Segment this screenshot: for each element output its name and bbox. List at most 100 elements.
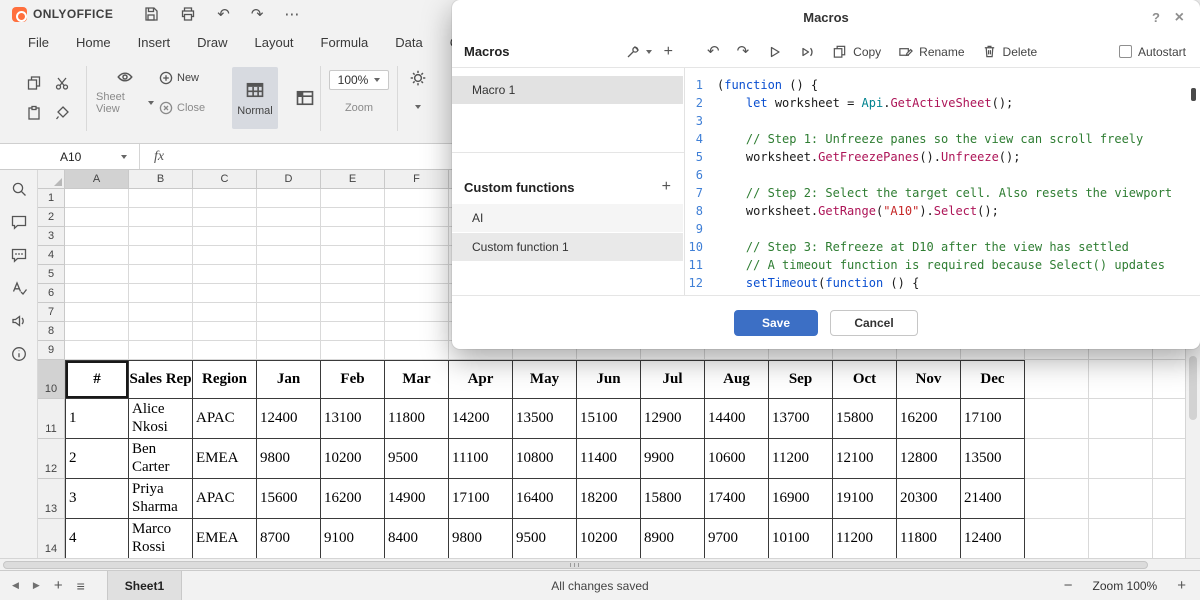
table-header-cell[interactable]: Nov <box>897 360 961 399</box>
cell-B9[interactable] <box>129 341 193 360</box>
freeze-panes-button[interactable] <box>282 67 328 129</box>
row-header-1[interactable]: 1 <box>38 189 65 208</box>
spellcheck-icon[interactable] <box>10 279 28 297</box>
print-icon[interactable] <box>180 6 196 22</box>
cell-A11[interactable]: 1 <box>65 399 129 439</box>
view-settings-icon[interactable] <box>409 69 427 87</box>
cell-H12[interactable]: 10800 <box>513 439 577 479</box>
row-header-7[interactable]: 7 <box>38 303 65 322</box>
cell-N12[interactable]: 12800 <box>897 439 961 479</box>
row-header-14[interactable]: 14 <box>38 519 65 558</box>
cell[interactable] <box>1089 439 1153 479</box>
cell-H14[interactable]: 9500 <box>513 519 577 558</box>
code-line-8[interactable]: 8 worksheet.GetRange("A10").Select(); <box>685 202 1200 220</box>
cell-I12[interactable]: 11400 <box>577 439 641 479</box>
autostart-checkbox[interactable]: Autostart <box>1119 45 1186 59</box>
cell-C5[interactable] <box>193 265 257 284</box>
cell-F14[interactable]: 8400 <box>385 519 449 558</box>
cell-B5[interactable] <box>129 265 193 284</box>
cell-K14[interactable]: 9700 <box>705 519 769 558</box>
col-header-E[interactable]: E <box>321 170 385 189</box>
redo-icon[interactable]: ↷ <box>251 7 264 22</box>
cell-F3[interactable] <box>385 227 449 246</box>
collapse-toolbar-icon[interactable] <box>415 105 421 109</box>
cell-E2[interactable] <box>321 208 385 227</box>
cell-H13[interactable]: 16400 <box>513 479 577 519</box>
cell-E6[interactable] <box>321 284 385 303</box>
vertical-scrollbar-thumb[interactable] <box>1189 356 1197 420</box>
copy-icon[interactable] <box>26 75 42 91</box>
cell[interactable] <box>1153 399 1185 439</box>
cell-C13[interactable]: APAC <box>193 479 257 519</box>
cell-D5[interactable] <box>257 265 321 284</box>
cell-F12[interactable]: 9500 <box>385 439 449 479</box>
row-header-4[interactable]: 4 <box>38 246 65 265</box>
cell-E4[interactable] <box>321 246 385 265</box>
save-button[interactable]: Save <box>734 310 818 336</box>
run-macro-icon[interactable] <box>766 44 782 60</box>
table-header-cell[interactable]: Region <box>193 360 257 399</box>
cell-E9[interactable] <box>321 341 385 360</box>
cell[interactable] <box>1025 360 1089 399</box>
cell-A14[interactable]: 4 <box>65 519 129 558</box>
cell-E3[interactable] <box>321 227 385 246</box>
table-header-cell[interactable]: Sep <box>769 360 833 399</box>
code-line-12[interactable]: 12 setTimeout(function () { <box>685 274 1200 292</box>
cell-C14[interactable]: EMEA <box>193 519 257 558</box>
cell[interactable] <box>1153 439 1185 479</box>
custom-function-list-item[interactable]: Custom function 1 <box>452 233 683 261</box>
cell-B4[interactable] <box>129 246 193 265</box>
paste-icon[interactable] <box>26 105 42 121</box>
code-editor[interactable]: 1(function () {2 let worksheet = Api.Get… <box>685 68 1200 295</box>
cell-I13[interactable]: 18200 <box>577 479 641 519</box>
row-header-11[interactable]: 11 <box>38 399 65 439</box>
cell-B14[interactable]: Marco Rossi <box>129 519 193 558</box>
cell-A3[interactable] <box>65 227 129 246</box>
cell-L12[interactable]: 11200 <box>769 439 833 479</box>
menu-tab-insert[interactable]: Insert <box>138 35 171 50</box>
code-line-4[interactable]: 4 // Step 1: Unfreeze panes so the view … <box>685 130 1200 148</box>
cell-A13[interactable]: 3 <box>65 479 129 519</box>
cell-A6[interactable] <box>65 284 129 303</box>
row-header-12[interactable]: 12 <box>38 439 65 479</box>
cell-C1[interactable] <box>193 189 257 208</box>
cell-D7[interactable] <box>257 303 321 322</box>
cell-C6[interactable] <box>193 284 257 303</box>
code-line-6[interactable]: 6 <box>685 166 1200 184</box>
cell-A9[interactable] <box>65 341 129 360</box>
cell-E5[interactable] <box>321 265 385 284</box>
code-line-10[interactable]: 10 // Step 3: Refreeze at D10 after the … <box>685 238 1200 256</box>
more-icon[interactable]: ⋯ <box>284 7 299 22</box>
menu-tab-data[interactable]: Data <box>395 35 422 50</box>
prev-sheet-icon[interactable]: ◀ <box>12 580 19 591</box>
code-line-1[interactable]: 1(function () { <box>685 76 1200 94</box>
cell-G14[interactable]: 9800 <box>449 519 513 558</box>
macro-redo-icon[interactable]: ↷ <box>737 44 750 59</box>
sheet-view-dropdown[interactable]: Sheet View <box>96 91 154 115</box>
delete-macro-button[interactable]: Delete <box>982 44 1038 59</box>
about-icon[interactable] <box>10 345 28 363</box>
help-icon[interactable]: ? <box>1152 0 1160 36</box>
cell-N14[interactable]: 11800 <box>897 519 961 558</box>
cell-A5[interactable] <box>65 265 129 284</box>
table-header-cell[interactable]: Apr <box>449 360 513 399</box>
cell-J12[interactable]: 9900 <box>641 439 705 479</box>
cell-J14[interactable]: 8900 <box>641 519 705 558</box>
cell-A8[interactable] <box>65 322 129 341</box>
cell-F1[interactable] <box>385 189 449 208</box>
cell-B7[interactable] <box>129 303 193 322</box>
cell-E1[interactable] <box>321 189 385 208</box>
col-header-D[interactable]: D <box>257 170 321 189</box>
cell-G11[interactable]: 14200 <box>449 399 513 439</box>
cell-C9[interactable] <box>193 341 257 360</box>
cell-B3[interactable] <box>129 227 193 246</box>
view-normal-button[interactable]: Normal <box>232 67 278 129</box>
col-header-C[interactable]: C <box>193 170 257 189</box>
row-header-10[interactable]: 10 <box>38 360 65 399</box>
cell-E12[interactable]: 10200 <box>321 439 385 479</box>
cell-J13[interactable]: 15800 <box>641 479 705 519</box>
cell-B6[interactable] <box>129 284 193 303</box>
cancel-button[interactable]: Cancel <box>830 310 918 336</box>
cell[interactable] <box>1025 479 1089 519</box>
code-line-7[interactable]: 7 // Step 2: Select the target cell. Als… <box>685 184 1200 202</box>
